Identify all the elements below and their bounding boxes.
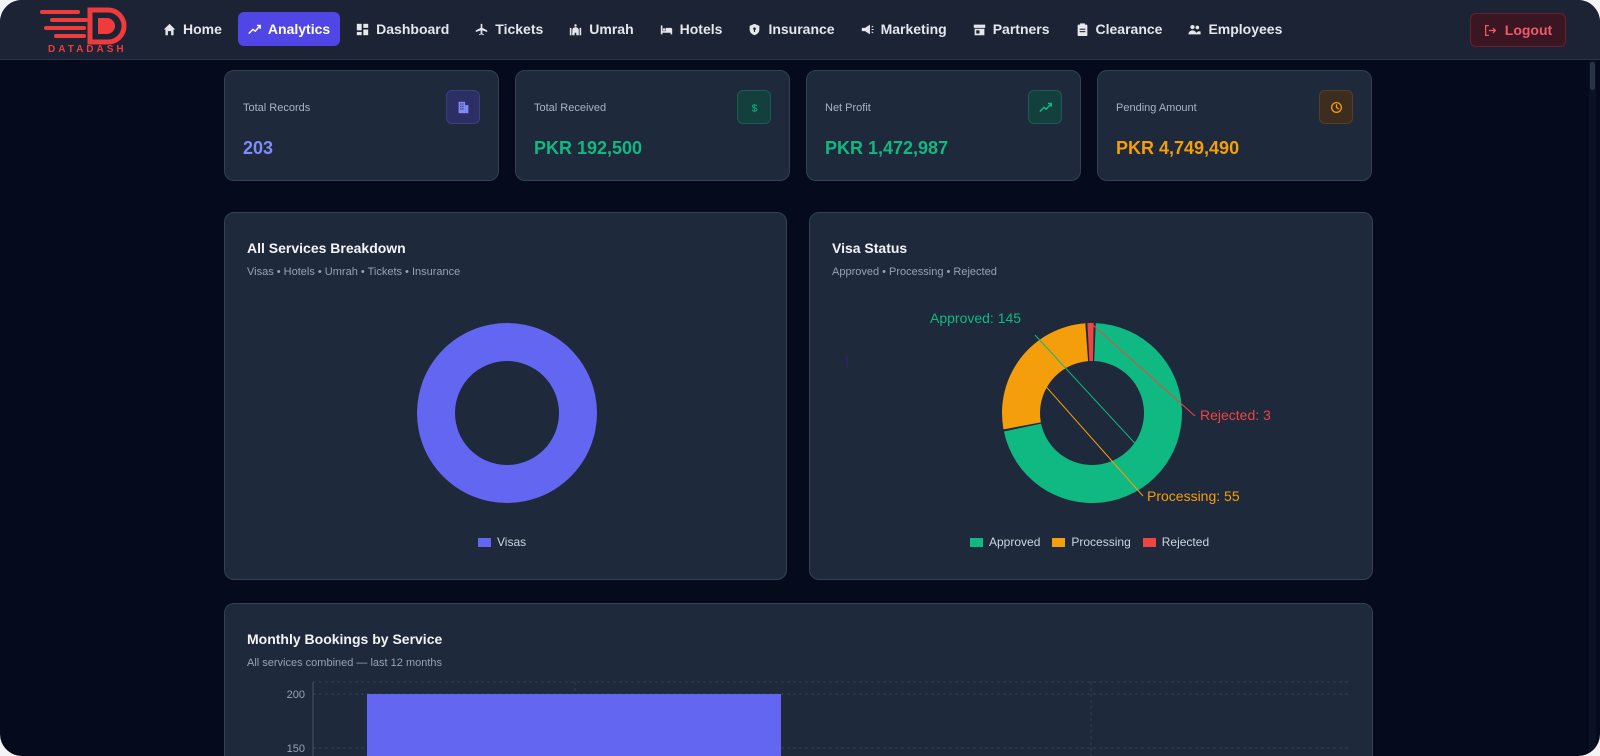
slice-label-approved: Approved: 145: [930, 310, 1021, 326]
stat-card-pending-amount: Pending Amount PKR 4,749,490: [1097, 70, 1372, 181]
nav-item-insurance[interactable]: Insurance: [738, 12, 844, 46]
nav-item-label: Home: [183, 21, 222, 37]
trending-up-icon: [1028, 90, 1062, 124]
store-icon: [973, 24, 985, 35]
nav-item-label: Partners: [992, 21, 1050, 37]
stat-label: Net Profit: [825, 102, 871, 114]
shield-icon: [750, 23, 760, 35]
logout-icon: [1484, 24, 1497, 36]
nav-item-dashboard[interactable]: Dashboard: [346, 12, 459, 46]
nav-item-tickets[interactable]: Tickets: [465, 12, 553, 46]
nav-item-clearance[interactable]: Clearance: [1066, 12, 1173, 46]
y-tick-label: 150: [287, 743, 305, 755]
legend-label: Visas: [497, 535, 527, 549]
stat-value: PKR 1,472,987: [825, 138, 949, 158]
stat-label: Total Received: [534, 102, 607, 114]
legend-item-rejected[interactable]: Rejected: [1142, 535, 1210, 549]
donut-slice-visas[interactable]: [417, 323, 597, 503]
nav-item-analytics[interactable]: Analytics: [237, 12, 341, 46]
services-donut-chart: [417, 323, 597, 503]
visa-status-card: Visa Status Approved • Processing • Reje…: [809, 212, 1373, 580]
dashboard-grid-icon: [356, 23, 369, 35]
bed-icon: [660, 24, 672, 34]
nav-item-label: Tickets: [495, 21, 544, 37]
donut-slice-processing[interactable]: [1002, 323, 1089, 430]
slice-label-rejected: Rejected: 3: [1200, 407, 1271, 423]
legend-swatch: [1142, 537, 1156, 547]
services-legend: Visas: [478, 535, 526, 549]
dollar-icon: $: [737, 90, 771, 124]
building-icon: [446, 90, 480, 124]
legend-label: Rejected: [1161, 535, 1210, 549]
logout-label: Logout: [1504, 22, 1553, 38]
home-icon: [163, 23, 176, 35]
trending-up-icon: [248, 24, 261, 34]
brand-name: DATADASH: [48, 44, 127, 55]
clipboard-icon: [1077, 22, 1087, 36]
stat-card-net-profit: Net Profit PKR 1,472,987: [806, 70, 1081, 181]
monthly-bar-chart: 200 150: [287, 681, 1350, 756]
nav-item-label: Umrah: [589, 21, 634, 37]
stat-card-total-received: Total Received PKR 192,500 $: [515, 70, 790, 181]
nav-item-umrah[interactable]: Umrah: [559, 12, 643, 46]
nav-item-marketing[interactable]: Marketing: [851, 12, 957, 46]
stat-label: Total Records: [243, 102, 311, 114]
scrollbar-thumb[interactable]: [1590, 62, 1595, 90]
services-breakdown-card: All Services Breakdown Visas • Hotels • …: [224, 212, 787, 580]
stat-value: 203: [243, 138, 274, 158]
nav-item-hotels[interactable]: Hotels: [650, 12, 733, 46]
legend-item-approved[interactable]: Approved: [970, 535, 1040, 549]
donut-slice-rejected[interactable]: [1087, 323, 1094, 362]
nav-menu: Home Analytics Dashboard Tickets Umrah H…: [153, 12, 1298, 46]
legend-item-processing[interactable]: Processing: [1052, 535, 1131, 549]
y-tick-label: 200: [287, 689, 305, 701]
logout-button[interactable]: Logout: [1470, 13, 1566, 47]
clock-icon: [1319, 90, 1353, 124]
top-navbar: DATADASH Home Analytics Dashboard Ticket…: [0, 0, 1600, 60]
page-scrollbar[interactable]: [1589, 60, 1596, 756]
nav-item-label: Hotels: [679, 21, 723, 37]
visa-donut-chart: Approved: 145 Processing: 55 Rejected: 3: [846, 310, 1271, 504]
nav-item-label: Dashboard: [376, 21, 450, 37]
nav-item-partners[interactable]: Partners: [963, 12, 1060, 46]
chart-artifact: [846, 355, 848, 367]
leader-line-rejected: [1090, 322, 1196, 417]
stat-value: PKR 192,500: [534, 138, 643, 158]
legend-swatch: [1052, 537, 1066, 547]
nav-item-home[interactable]: Home: [153, 12, 232, 46]
nav-item-label: Clearance: [1095, 21, 1163, 37]
stat-value: PKR 4,749,490: [1116, 138, 1240, 158]
stat-label: Pending Amount: [1116, 102, 1197, 114]
legend-label: Approved: [989, 535, 1041, 549]
nav-item-label: Employees: [1208, 21, 1283, 37]
nav-item-employees[interactable]: Employees: [1178, 12, 1292, 46]
megaphone-icon: [861, 24, 874, 34]
stat-card-total-records: Total Records 203: [224, 70, 499, 181]
visa-legend: Approved Processing Rejected: [970, 535, 1209, 549]
app-window: DATADASH Home Analytics Dashboard Ticket…: [0, 0, 1600, 756]
bar[interactable]: [367, 694, 781, 756]
mosque-icon: [570, 23, 582, 35]
nav-item-label: Insurance: [768, 21, 835, 37]
monthly-bookings-card: Monthly Bookings by Service All services…: [224, 603, 1373, 756]
legend-label: Processing: [1071, 535, 1131, 549]
plane-icon: [476, 23, 488, 35]
users-icon: [1188, 24, 1202, 34]
legend-swatch: [970, 537, 983, 547]
slice-label-processing: Processing: 55: [1147, 488, 1240, 504]
svg-text:$: $: [751, 102, 757, 113]
legend-item-visas[interactable]: Visas: [478, 535, 526, 549]
legend-swatch: [478, 537, 491, 547]
nav-item-label: Analytics: [267, 21, 331, 37]
nav-item-label: Marketing: [880, 21, 947, 37]
